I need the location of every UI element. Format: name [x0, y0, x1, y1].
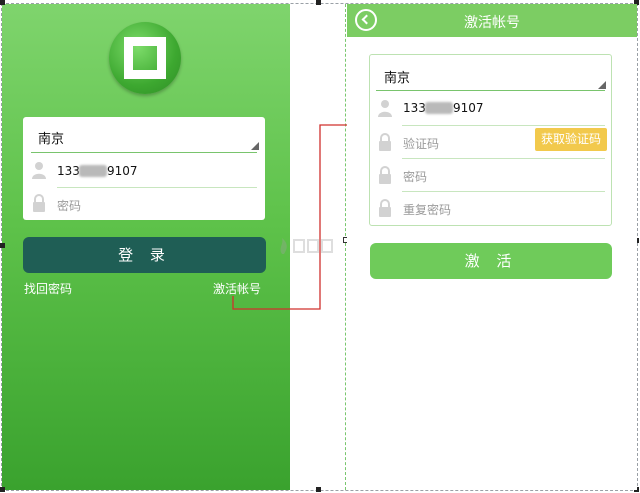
dropdown-corner-icon [598, 81, 606, 89]
phone-mask [79, 165, 107, 177]
activate-screen: 激活帐号 南京 133 9107 验证码 获取验证码 密码 重复密码 激 活 [347, 4, 637, 490]
activate-form: 南京 133 9107 验证码 获取验证码 密码 重复密码 [369, 54, 612, 226]
phone-suffix: 9107 [453, 101, 484, 115]
selection-handle[interactable] [0, 487, 5, 492]
page-title: 激活帐号 [464, 15, 520, 31]
app-logo-icon [109, 22, 181, 94]
forgot-password-link[interactable]: 找回密码 [24, 280, 72, 297]
selection-handle[interactable] [316, 0, 321, 5]
phone-field[interactable]: 133 9107 [370, 93, 611, 125]
login-form: 南京 133 9107 密码 [23, 117, 265, 220]
password-placeholder: 密码 [57, 199, 82, 213]
phone-prefix: 133 [57, 164, 80, 178]
selection-handle[interactable] [0, 243, 5, 248]
user-icon [32, 162, 46, 179]
lock-icon [33, 194, 45, 212]
topbar: 激活帐号 [347, 4, 637, 37]
verification-placeholder: 验证码 [403, 137, 440, 151]
selection-handle[interactable] [0, 0, 5, 5]
repeat-password-placeholder: 重复密码 [403, 203, 452, 217]
activate-button[interactable]: 激 活 [370, 243, 612, 279]
lock-icon [379, 133, 391, 151]
phone-suffix: 9107 [107, 164, 138, 178]
phone-mask [425, 102, 453, 114]
selection-handle[interactable] [316, 487, 321, 492]
lock-icon [379, 166, 391, 184]
login-button[interactable]: 登 录 [23, 237, 266, 273]
city-select[interactable]: 南京 [370, 55, 611, 91]
get-code-button[interactable]: 获取验证码 [535, 128, 607, 151]
repeat-password-field[interactable]: 重复密码 [370, 192, 611, 225]
phone-field[interactable]: 133 9107 [23, 155, 265, 187]
password-placeholder: 密码 [403, 170, 428, 184]
login-screen: 南京 133 9107 密码 登 录 找回密码 激活帐号 [2, 4, 290, 490]
activate-account-link[interactable]: 激活帐号 [213, 280, 261, 297]
city-value: 南京 [384, 71, 411, 86]
dropdown-corner-icon [251, 142, 259, 150]
phone-prefix: 133 [403, 101, 426, 115]
city-value: 南京 [38, 132, 65, 147]
city-select[interactable]: 南京 [23, 117, 265, 153]
password-field[interactable]: 密码 [370, 159, 611, 191]
lock-icon [379, 199, 391, 217]
password-field[interactable]: 密码 [23, 188, 265, 220]
user-icon [378, 100, 392, 117]
